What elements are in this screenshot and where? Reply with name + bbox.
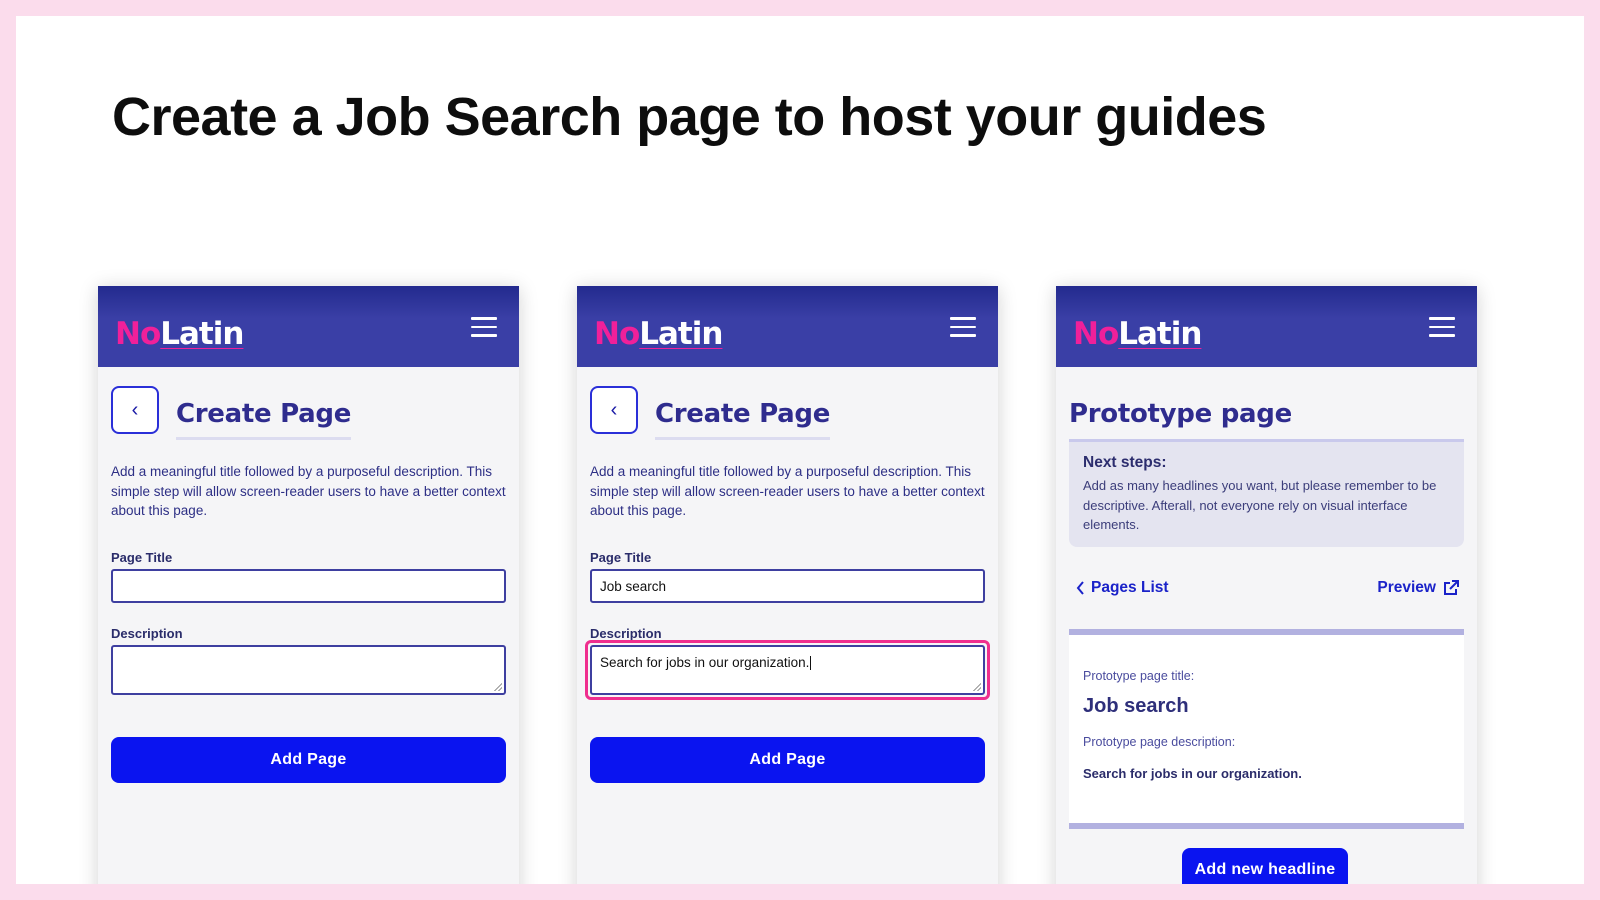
description-value: Search for jobs in our organization. [600,655,810,670]
description-input[interactable] [111,645,506,695]
preview-label: Preview [1377,579,1436,596]
page-title-input[interactable]: Job search [590,569,985,603]
preview-link[interactable]: Preview [1377,579,1460,597]
next-steps-panel: Next steps: Add as many headlines you wa… [1069,439,1464,547]
description-label: Prototype page description: [1083,735,1236,749]
add-page-button[interactable]: Add Page [111,737,506,783]
logo-prefix: No [115,316,161,352]
title-value: Job search [1083,695,1189,717]
external-link-icon [1444,580,1459,595]
page-title: Create Page [176,399,351,440]
phone-create-filled: NoLatin ‹ Create Page Add a meaningful t… [577,286,998,884]
chevron-left-icon: ‹ [610,398,618,421]
back-button[interactable]: ‹ [590,386,638,434]
page-title-input[interactable] [111,569,506,603]
app-header: NoLatin [98,286,519,367]
logo[interactable]: NoLatin [594,316,723,352]
phone-create-empty: NoLatin ‹ Create Page Add a meaningful t… [98,286,519,884]
hamburger-icon[interactable] [1429,317,1455,337]
phone-prototype: NoLatin Prototype page Next steps: Add a… [1056,286,1477,884]
add-page-button[interactable]: Add Page [590,737,985,783]
slide-title: Create a Job Search page to host your gu… [112,87,1267,147]
description-value: Search for jobs in our organization. [1083,766,1302,781]
next-steps-text: Add as many headlines you want, but plea… [1083,478,1437,532]
page-title-label: Page Title [111,550,173,565]
logo-suffix: Latin [1118,316,1202,352]
slide: Create a Job Search page to host your gu… [16,16,1584,884]
logo-prefix: No [594,316,640,352]
page-title: Create Page [655,399,830,440]
next-steps-title: Next steps: [1083,454,1167,471]
page-title: Prototype page [1069,399,1292,429]
description-label: Description [111,626,183,641]
app-header: NoLatin [577,286,998,367]
hamburger-icon[interactable] [950,317,976,337]
chevron-left-icon [1076,581,1084,595]
pages-list-label: Pages List [1091,579,1169,596]
text-caret [810,656,812,671]
back-button[interactable]: ‹ [111,386,159,434]
app-header: NoLatin [1056,286,1477,367]
resize-grip-icon[interactable] [494,683,502,691]
page-title-label: Page Title [590,550,652,565]
logo[interactable]: NoLatin [1073,316,1202,352]
intro-text: Add a meaningful title followed by a pur… [111,464,506,518]
logo[interactable]: NoLatin [115,316,244,352]
resize-grip-icon[interactable] [973,683,981,691]
description-input[interactable]: Search for jobs in our organization. [590,645,985,695]
add-new-headline-button[interactable]: Add new headline [1182,848,1348,884]
chevron-left-icon: ‹ [131,398,139,421]
logo-suffix: Latin [160,316,244,352]
title-label: Prototype page title: [1083,669,1195,683]
preview-card: Prototype page title: Job search Prototy… [1069,629,1464,829]
intro-text: Add a meaningful title followed by a pur… [590,464,985,518]
description-label: Description [590,626,662,641]
logo-suffix: Latin [639,316,723,352]
logo-prefix: No [1073,316,1119,352]
pages-list-link[interactable]: Pages List [1076,579,1169,597]
hamburger-icon[interactable] [471,317,497,337]
link-row: Pages List Preview [1069,579,1464,603]
